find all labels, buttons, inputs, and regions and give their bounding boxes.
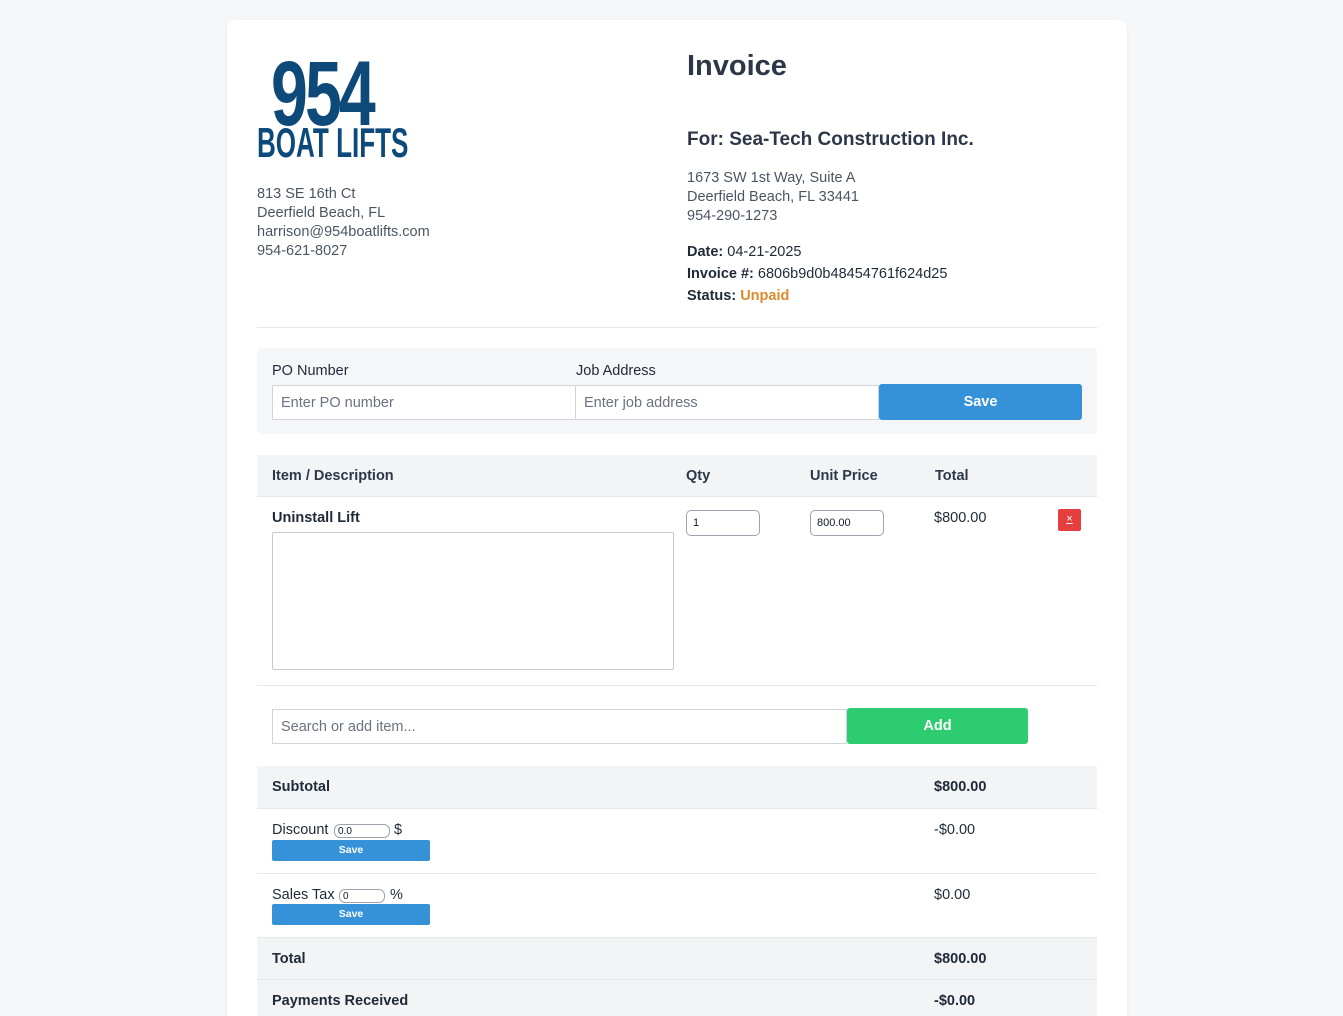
invoice-status: Status: Unpaid: [687, 285, 947, 307]
row-divider: [257, 685, 1097, 686]
client-name: For: Sea-Tech Construction Inc.: [687, 129, 974, 150]
logo-words: BOAT LIFTS: [257, 119, 409, 166]
client-phone: 954-290-1273: [687, 208, 778, 224]
discount-row: Discount $ Save -$0.00: [257, 809, 1097, 874]
invoice-number-value: 6806b9d0b48454761f624d25: [757, 266, 948, 282]
status-label: Status:: [687, 288, 737, 304]
col-item-description: Item / Description: [272, 468, 394, 484]
col-qty: Qty: [686, 468, 711, 484]
discount-value: -$0.00: [934, 822, 976, 838]
date-value: 04-21-2025: [727, 244, 802, 260]
business-address-line1: 813 SE 16th Ct: [257, 186, 356, 202]
discount-input[interactable]: [334, 824, 390, 838]
client-address-line2: Deerfield Beach, FL 33441: [687, 189, 859, 205]
sales-tax-row: Sales Tax % Save $0.00: [257, 874, 1097, 938]
business-address-line2: Deerfield Beach, FL: [257, 205, 386, 221]
qty-input[interactable]: [686, 510, 760, 536]
business-email: harrison@954boatlifts.com: [257, 224, 430, 240]
delete-item-button[interactable]: ×: [1058, 509, 1081, 531]
total-row: Total $800.00: [257, 938, 1097, 980]
client-info: 1673 SW 1st Way, Suite A Deerfield Beach…: [687, 169, 859, 226]
search-item-input[interactable]: [272, 709, 847, 744]
invoice-card: 954 BOAT LIFTS 813 SE 16th Ct Deerfield …: [227, 20, 1127, 1016]
add-item-button[interactable]: Add: [847, 708, 1028, 744]
item-description-input[interactable]: [272, 532, 674, 670]
invoice-meta: Date: 04-21-2025 Invoice #: 6806b9d0b484…: [687, 241, 947, 307]
date-label: Date:: [687, 244, 724, 260]
client-address-line1: 1673 SW 1st Way, Suite A: [687, 170, 856, 186]
row-total: $800.00: [934, 510, 987, 526]
total-value: $800.00: [934, 951, 987, 967]
payments-value: -$0.00: [934, 993, 976, 1009]
company-logo: 954 BOAT LIFTS: [257, 48, 417, 168]
item-name: Uninstall Lift: [272, 510, 360, 526]
subtotal-row: Subtotal $800.00: [257, 766, 1097, 809]
sales-tax-label: Sales Tax: [272, 887, 335, 903]
subtotal-label: Subtotal: [272, 779, 330, 795]
col-total: Total: [935, 468, 969, 484]
business-phone: 954-621-8027: [257, 243, 348, 259]
page-title: Invoice: [687, 50, 787, 82]
discount-save-button[interactable]: Save: [272, 840, 430, 861]
po-job-form: PO Number Job Address Save: [257, 348, 1097, 434]
invoice-date: Date: 04-21-2025: [687, 241, 947, 263]
total-label: Total: [272, 951, 306, 967]
discount-unit: $: [394, 822, 403, 838]
po-save-button[interactable]: Save: [879, 384, 1082, 420]
business-info: 813 SE 16th Ct Deerfield Beach, FL harri…: [257, 185, 430, 261]
header-divider: [257, 327, 1097, 328]
col-unit-price: Unit Price: [810, 468, 878, 484]
line-items-header: Item / Description Qty Unit Price Total: [257, 455, 1097, 497]
subtotal-value: $800.00: [934, 779, 987, 795]
unit-price-input[interactable]: [810, 510, 884, 536]
po-number-input[interactable]: [272, 385, 576, 420]
discount-label: Discount: [272, 822, 329, 838]
payments-label: Payments Received: [272, 993, 409, 1009]
sales-tax-unit: %: [390, 887, 403, 903]
sales-tax-value: $0.00: [934, 887, 971, 903]
invoice-number: Invoice #: 6806b9d0b48454761f624d25: [687, 263, 947, 285]
status-badge: Unpaid: [740, 288, 790, 304]
po-number-label: PO Number: [272, 363, 349, 379]
job-address-input[interactable]: [575, 385, 879, 420]
sales-tax-save-button[interactable]: Save: [272, 904, 430, 925]
sales-tax-input[interactable]: [339, 889, 385, 903]
payments-row: Payments Received -$0.00: [257, 980, 1097, 1016]
job-address-label: Job Address: [576, 363, 656, 379]
invoice-number-label: Invoice #:: [687, 266, 754, 282]
